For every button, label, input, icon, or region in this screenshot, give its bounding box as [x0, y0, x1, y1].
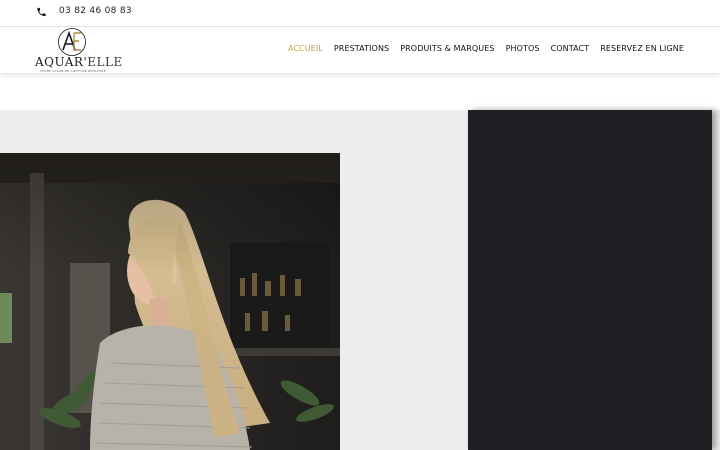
top-bar: 03 82 46 08 83	[0, 0, 720, 27]
logo-word-part2: ELLE	[87, 55, 123, 69]
site-logo[interactable]: AQUAR'ELLE VOTRE SALON DE COIFFURE BIEN-…	[34, 27, 122, 73]
nav-item-contact[interactable]: CONTACT	[551, 44, 590, 53]
logo-word-part1: AQUAR'	[35, 55, 88, 69]
main-nav: ACCUEIL PRESTATIONS PRODUITS & MARQUES P…	[288, 44, 684, 53]
logo-monogram	[58, 28, 86, 56]
logo-wordmark: AQUAR'ELLE	[35, 55, 123, 69]
phone-number[interactable]: 03 82 46 08 83	[59, 6, 132, 16]
logo-tagline: VOTRE SALON DE COIFFURE BIEN-ÊTRE	[40, 69, 106, 73]
hero-photo	[0, 153, 340, 450]
nav-item-produits-marques[interactable]: PRODUITS & MARQUES	[400, 44, 494, 53]
nav-item-prestations[interactable]: PRESTATIONS	[334, 44, 389, 53]
phone-icon[interactable]	[36, 6, 47, 18]
nav-item-photos[interactable]: PHOTOS	[506, 44, 540, 53]
site-header: AQUAR'ELLE VOTRE SALON DE COIFFURE BIEN-…	[0, 27, 720, 73]
nav-item-accueil[interactable]: ACCUEIL	[288, 44, 323, 53]
hero-photo-illustration	[0, 153, 340, 450]
dark-content-panel	[468, 110, 712, 450]
nav-item-reservez-en-ligne[interactable]: RESERVEZ EN LIGNE	[600, 44, 684, 53]
